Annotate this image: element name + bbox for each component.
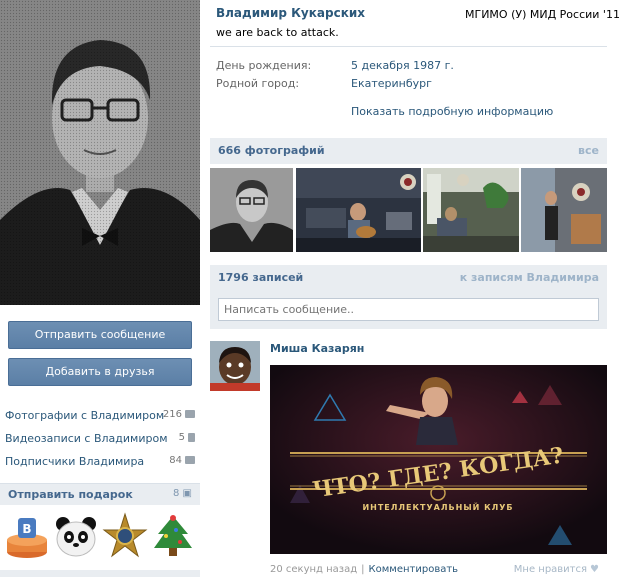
sidebar-item-label: Видеозаписи с Владимиром <box>5 432 168 445</box>
profile-photo[interactable] <box>0 0 200 305</box>
camera-icon <box>185 410 195 418</box>
left-column-footer <box>0 570 200 577</box>
compose-area <box>210 291 607 329</box>
poster-subline: ИНТЕЛЛЕКТУАЛЬНЫЙ КЛУБ <box>362 501 513 512</box>
count-value: 216 <box>162 409 182 420</box>
office-room-image <box>423 168 519 252</box>
profile-university[interactable]: МГИМО (У) МИД России '11 <box>465 8 620 21</box>
chto-gde-kogda-poster: ЧТО? ГДЕ? КОГДА? ИНТЕЛЛЕКТУАЛЬНЫЙ КЛУБ <box>270 365 607 554</box>
profile-status[interactable]: we are back to attack. <box>216 26 339 39</box>
photo-thumbnail[interactable] <box>423 168 519 252</box>
profile-photo-portrait <box>0 0 200 305</box>
city-value[interactable]: Екатеринбург <box>351 77 432 90</box>
avatar-image <box>210 341 260 391</box>
portrait-drawing-image <box>210 168 293 252</box>
gifts-header[interactable]: Отправить подарок 8 ▣ <box>0 483 200 505</box>
divider <box>210 46 607 47</box>
gifts-count-value: 8 <box>172 488 180 499</box>
profile-name: Владимир Кукарских <box>216 6 365 20</box>
gifts-count: 8 ▣ <box>173 488 192 499</box>
panda-icon <box>56 517 96 557</box>
panda-gift[interactable] <box>53 512 99 560</box>
sidebar-item-subscribers[interactable]: Подписчики Владимира 84 <box>5 455 195 471</box>
users-icon <box>185 456 195 464</box>
birthday-value[interactable]: 5 декабря 1987 г. <box>351 59 454 72</box>
photo-thumbnail[interactable] <box>521 168 607 252</box>
meta-separator: | <box>361 564 365 575</box>
wall-title[interactable]: 1796 записей <box>218 271 303 284</box>
gifts-title[interactable]: Отправить подарок <box>8 488 133 501</box>
city-label: Родной город: <box>216 77 300 90</box>
sidebar-item-label: Подписчики Владимира <box>5 455 145 468</box>
cake-icon: B <box>7 518 47 558</box>
photo-thumbnail[interactable] <box>210 168 293 252</box>
count-value: 84 <box>169 455 182 466</box>
count-value: 5 <box>178 432 185 443</box>
like-button[interactable]: Мне нравится ♥ <box>514 564 599 575</box>
christmas-tree-icon <box>154 515 192 556</box>
show-more-info-link[interactable]: Показать подробную информацию <box>351 105 553 118</box>
post-time[interactable]: 20 секунд назад <box>270 564 357 575</box>
wall-all-link[interactable]: к записям Владимира <box>460 271 599 284</box>
wall-header[interactable]: 1796 записей к записям Владимира <box>210 265 607 291</box>
sidebar-item-label: Фотографии с Владимиром <box>5 409 165 422</box>
sidebar-item-videos[interactable]: Видеозаписи с Владимиром 5 <box>5 432 195 448</box>
sidebar-item-count: 5 <box>179 432 195 443</box>
star-medal-icon <box>102 512 148 558</box>
sidebar-item-count: 216 <box>163 409 195 420</box>
sidebar-item-count: 84 <box>169 455 195 466</box>
office-guitar-image <box>296 168 421 252</box>
comment-link[interactable]: Комментировать <box>369 564 459 575</box>
photos-header[interactable]: 666 фотографий все <box>210 138 607 164</box>
photo-thumbnail[interactable] <box>296 168 421 252</box>
photos-title[interactable]: 666 фотографий <box>218 144 325 157</box>
heart-icon: ♥ <box>590 564 599 575</box>
add-friend-button[interactable]: Добавить в друзья <box>8 358 192 386</box>
post-author-avatar[interactable] <box>210 341 260 391</box>
svg-text:B: B <box>22 522 31 536</box>
office-dartboard-image <box>521 168 607 252</box>
vk-cake-gift[interactable]: B <box>4 512 50 560</box>
christmas-tree-gift[interactable] <box>150 512 196 560</box>
sidebar-item-photos[interactable]: Фотографии с Владимиром 216 <box>5 409 195 425</box>
send-message-button[interactable]: Отправить сообщение <box>8 321 192 349</box>
compose-input[interactable] <box>218 298 599 321</box>
star-medal-gift[interactable] <box>102 512 148 560</box>
birthday-label: День рождения: <box>216 59 312 72</box>
post-meta: 20 секунд назад | Комментировать <box>270 564 458 575</box>
photos-all-link[interactable]: все <box>578 144 599 157</box>
like-label: Мне нравится <box>513 564 588 575</box>
gift-icon: ▣ <box>182 488 192 499</box>
post-image[interactable]: ЧТО? ГДЕ? КОГДА? ИНТЕЛЛЕКТУАЛЬНЫЙ КЛУБ <box>270 365 607 554</box>
post-author-name[interactable]: Миша Казарян <box>270 342 364 355</box>
film-icon <box>188 432 195 442</box>
